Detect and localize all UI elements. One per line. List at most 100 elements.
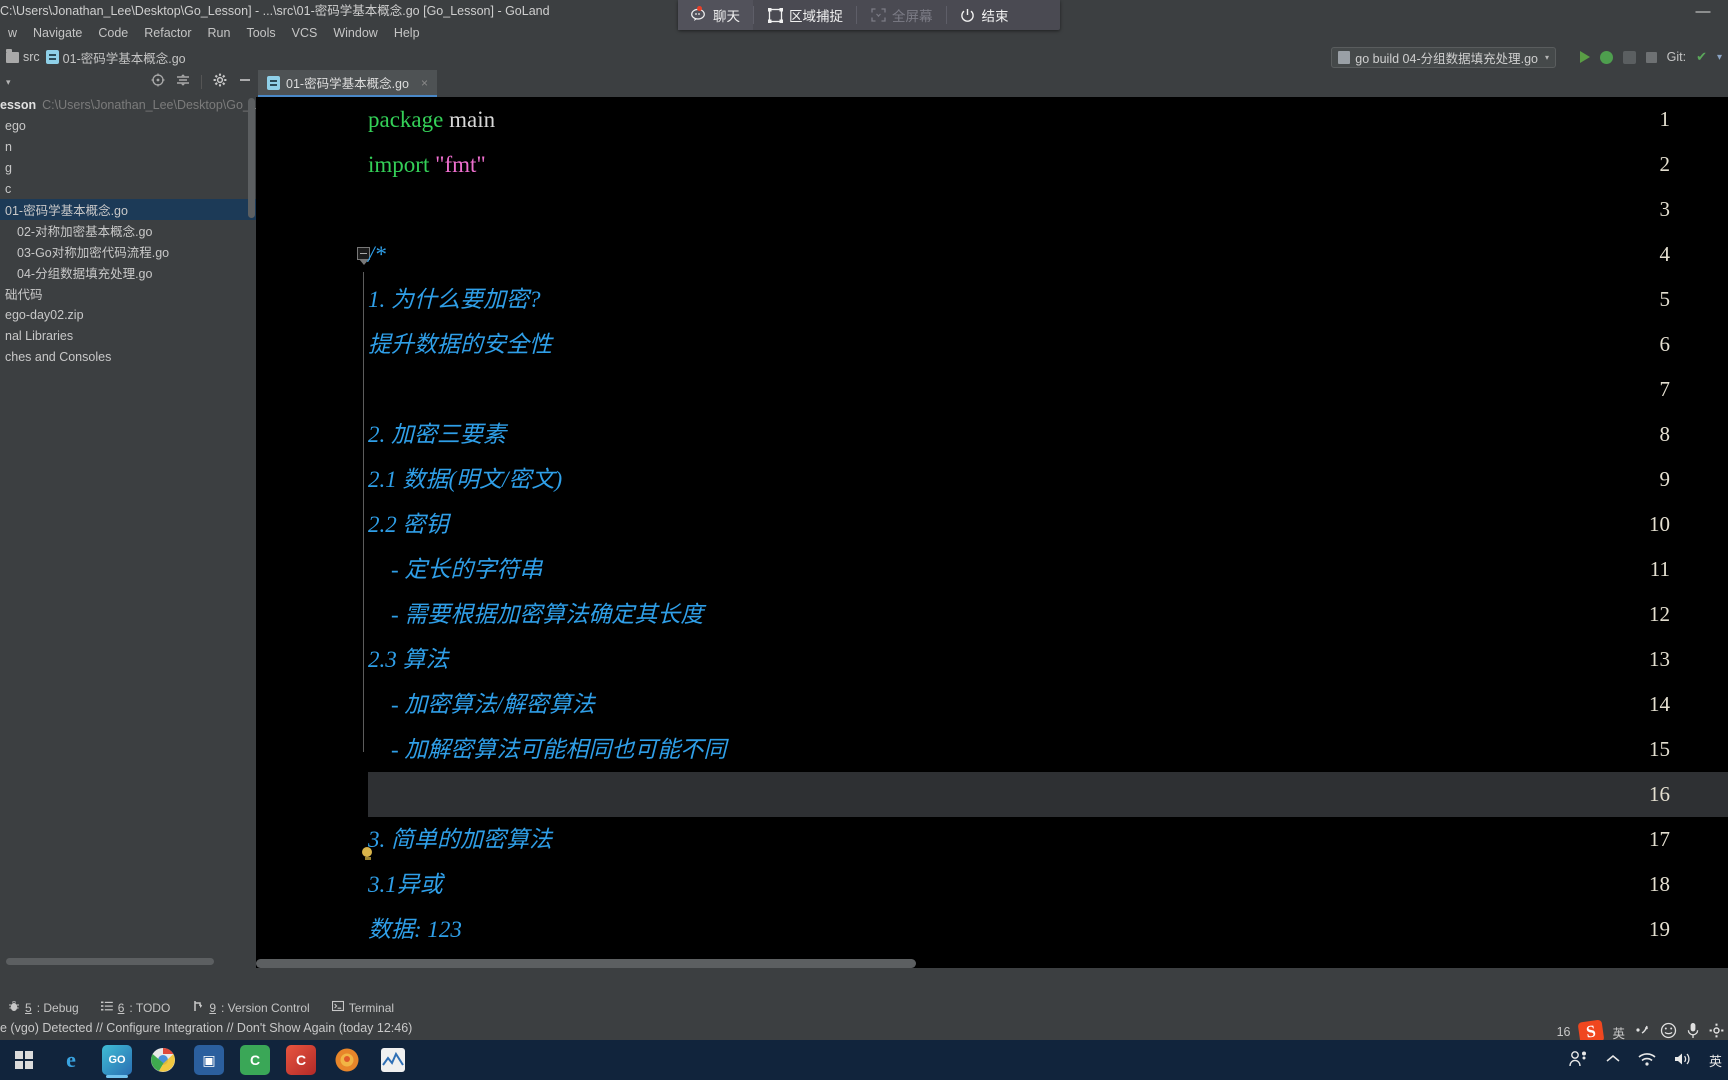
ime-icon[interactable]: 英 (1709, 1051, 1722, 1070)
git-update-icon[interactable]: ✔ (1696, 49, 1707, 65)
code-token: 1. 为什么要加密? (368, 287, 541, 312)
windows-start-icon[interactable] (0, 1040, 48, 1080)
project-tree-item-label: nal Libraries (5, 328, 74, 343)
project-panel-caret-icon[interactable]: ▾ (6, 77, 11, 88)
clion-icon[interactable]: C (278, 1040, 324, 1080)
project-tree-item[interactable]: 02-对称加密基本概念.go (0, 220, 256, 241)
emoji-icon[interactable] (1660, 1022, 1677, 1042)
run-configuration-selector[interactable]: go build 04-分组数据填充处理.go ▾ (1331, 47, 1556, 68)
panel-divider (201, 75, 202, 89)
project-tree-item-label: c (5, 181, 12, 196)
project-panel-vertical-scrollbar[interactable] (248, 98, 255, 218)
tool-window-terminal[interactable]: Terminal (324, 997, 408, 1018)
close-icon[interactable]: × (421, 76, 428, 90)
code-line: 3. 简单的加密算法 (368, 817, 552, 862)
settings-icon[interactable] (1709, 1023, 1724, 1041)
run-button[interactable] (1579, 51, 1590, 63)
code-token: main (449, 107, 496, 132)
code-line: package main (368, 97, 495, 142)
target-icon[interactable] (151, 73, 165, 91)
editor-tab-active[interactable]: 01-密码学基本概念.go × (258, 70, 437, 97)
microphone-icon[interactable] (1686, 1022, 1700, 1042)
project-tree-item[interactable]: g (0, 157, 256, 178)
run-config-label: go build 04-分组数据填充处理.go (1355, 52, 1538, 66)
project-tree-item[interactable]: 03-Go对称加密代码流程.go (0, 241, 256, 262)
project-tree-item-label: 础代码 (5, 288, 43, 302)
caret-position[interactable]: 16 (1557, 1025, 1571, 1039)
settings-gear-icon[interactable] (213, 73, 227, 91)
project-tree-item-label: 03-Go对称加密代码流程.go (17, 246, 170, 260)
collapse-all-icon[interactable] (176, 73, 190, 91)
tool-window-debug[interactable]: 5 : Debug (0, 997, 93, 1018)
project-tree-item[interactable]: nal Libraries (0, 325, 256, 346)
breadcrumb-label-src: src (23, 50, 40, 64)
menu-item-window[interactable]: Window (325, 23, 385, 44)
code-token: 2.3 算法 (368, 647, 449, 672)
tool-window-todo-label: : TODO (129, 1000, 171, 1015)
status-message[interactable]: e (vgo) Detected // Configure Integratio… (0, 1021, 412, 1035)
menu-item-code[interactable]: Code (90, 23, 136, 44)
menu-item-tools[interactable]: Tools (238, 23, 283, 44)
project-tree-item[interactable]: ches and Consoles (0, 346, 256, 367)
project-tree-item[interactable]: 础代码 (0, 283, 256, 304)
code-line: 3.1异或 (368, 862, 443, 907)
project-tree-item[interactable]: n (0, 136, 256, 157)
tool-window-todo[interactable]: 6 : TODO (93, 997, 185, 1018)
monitor-icon[interactable] (370, 1040, 416, 1080)
go-file-icon (267, 75, 280, 90)
fullscreen-icon (870, 7, 886, 23)
breadcrumb-item-src[interactable]: src (6, 48, 40, 64)
minimize-icon[interactable] (238, 73, 252, 91)
tool-window-version-control[interactable]: 9 : Version Control (184, 997, 323, 1018)
editor-tab-label: 01-密码学基本概念.go (286, 77, 409, 91)
project-panel-horizontal-scrollbar[interactable] (6, 958, 214, 965)
terminal-icon (331, 1000, 344, 1015)
minimize-button[interactable]: — (1688, 0, 1718, 23)
code-line: 提升数据的安全性 (368, 322, 552, 367)
volume-icon[interactable] (1673, 1051, 1693, 1070)
goland-icon[interactable]: GO (94, 1040, 140, 1080)
window-title: C:\Users\Jonathan_Lee\Desktop\Go_Lesson]… (0, 4, 550, 18)
capture-region-button[interactable]: 区域捕捉 (754, 0, 856, 30)
project-tree-item[interactable]: ego (0, 115, 256, 136)
capture-end-button[interactable]: 结束 (947, 0, 1022, 30)
menu-item-navigate[interactable]: Navigate (25, 23, 90, 44)
menu-item-refactor[interactable]: Refactor (136, 23, 199, 44)
git-chevron-icon[interactable]: ▾ (1717, 52, 1722, 63)
wechat-dev-icon[interactable]: C (232, 1040, 278, 1080)
project-tree-item[interactable]: 01-密码学基本概念.go (0, 199, 256, 220)
project-tree-item-label: 02-对称加密基本概念.go (17, 225, 153, 239)
menu-item-help[interactable]: Help (386, 23, 428, 44)
toolbar-right-group: Git: ✔ ▾ (1579, 44, 1722, 70)
chevron-up-icon[interactable] (1605, 1053, 1621, 1068)
menu-item-vcs[interactable]: VCS (284, 23, 326, 44)
edge-icon[interactable]: e (48, 1040, 94, 1080)
code-token: 2.2 密钥 (368, 512, 449, 537)
code-line: 2. 加密三要素 (368, 412, 506, 457)
menu-item-run[interactable]: Run (200, 23, 239, 44)
debug-button[interactable] (1599, 50, 1613, 64)
chrome-icon[interactable] (140, 1040, 186, 1080)
windows-taskbar: e GO ▣ C C 英 (0, 1040, 1728, 1080)
code-line: - 加密算法/解密算法 (368, 682, 595, 727)
capture-fullscreen-button[interactable]: 全屏幕 (857, 0, 946, 30)
pinyin-icon[interactable] (1634, 1024, 1651, 1041)
breadcrumb-item-file[interactable]: 01-密码学基本概念.go (45, 48, 186, 67)
code-token: - 定长的字符串 (368, 557, 543, 582)
menu-item-w[interactable]: w (0, 23, 25, 44)
project-tree-item[interactable]: ego-day02.zip (0, 304, 256, 325)
firefox-icon[interactable] (324, 1040, 370, 1080)
people-icon[interactable] (1569, 1050, 1589, 1071)
wifi-icon[interactable] (1637, 1051, 1657, 1070)
project-root-row[interactable]: esson C:\Users\Jonathan_Lee\Desktop\Go_L (0, 94, 256, 115)
editor-horizontal-scrollbar[interactable] (256, 959, 916, 968)
project-tree-item[interactable]: c (0, 178, 256, 199)
capture-chat-button[interactable]: 聊天 (678, 0, 753, 30)
tool-window-debug-label: : Debug (36, 1000, 79, 1015)
virtualbox-icon[interactable]: ▣ (186, 1040, 232, 1080)
coverage-button[interactable] (1622, 50, 1636, 64)
project-tree-item[interactable]: 04-分组数据填充处理.go (0, 262, 256, 283)
code-editor[interactable]: 1 2 3 4 5 6 7 8 9 10 11 12 13 14 15 16 17 18 19 package ma… (256, 97, 1728, 968)
stop-button[interactable] (1645, 51, 1657, 63)
ime-mode-icon[interactable]: 英 (1612, 1023, 1625, 1042)
